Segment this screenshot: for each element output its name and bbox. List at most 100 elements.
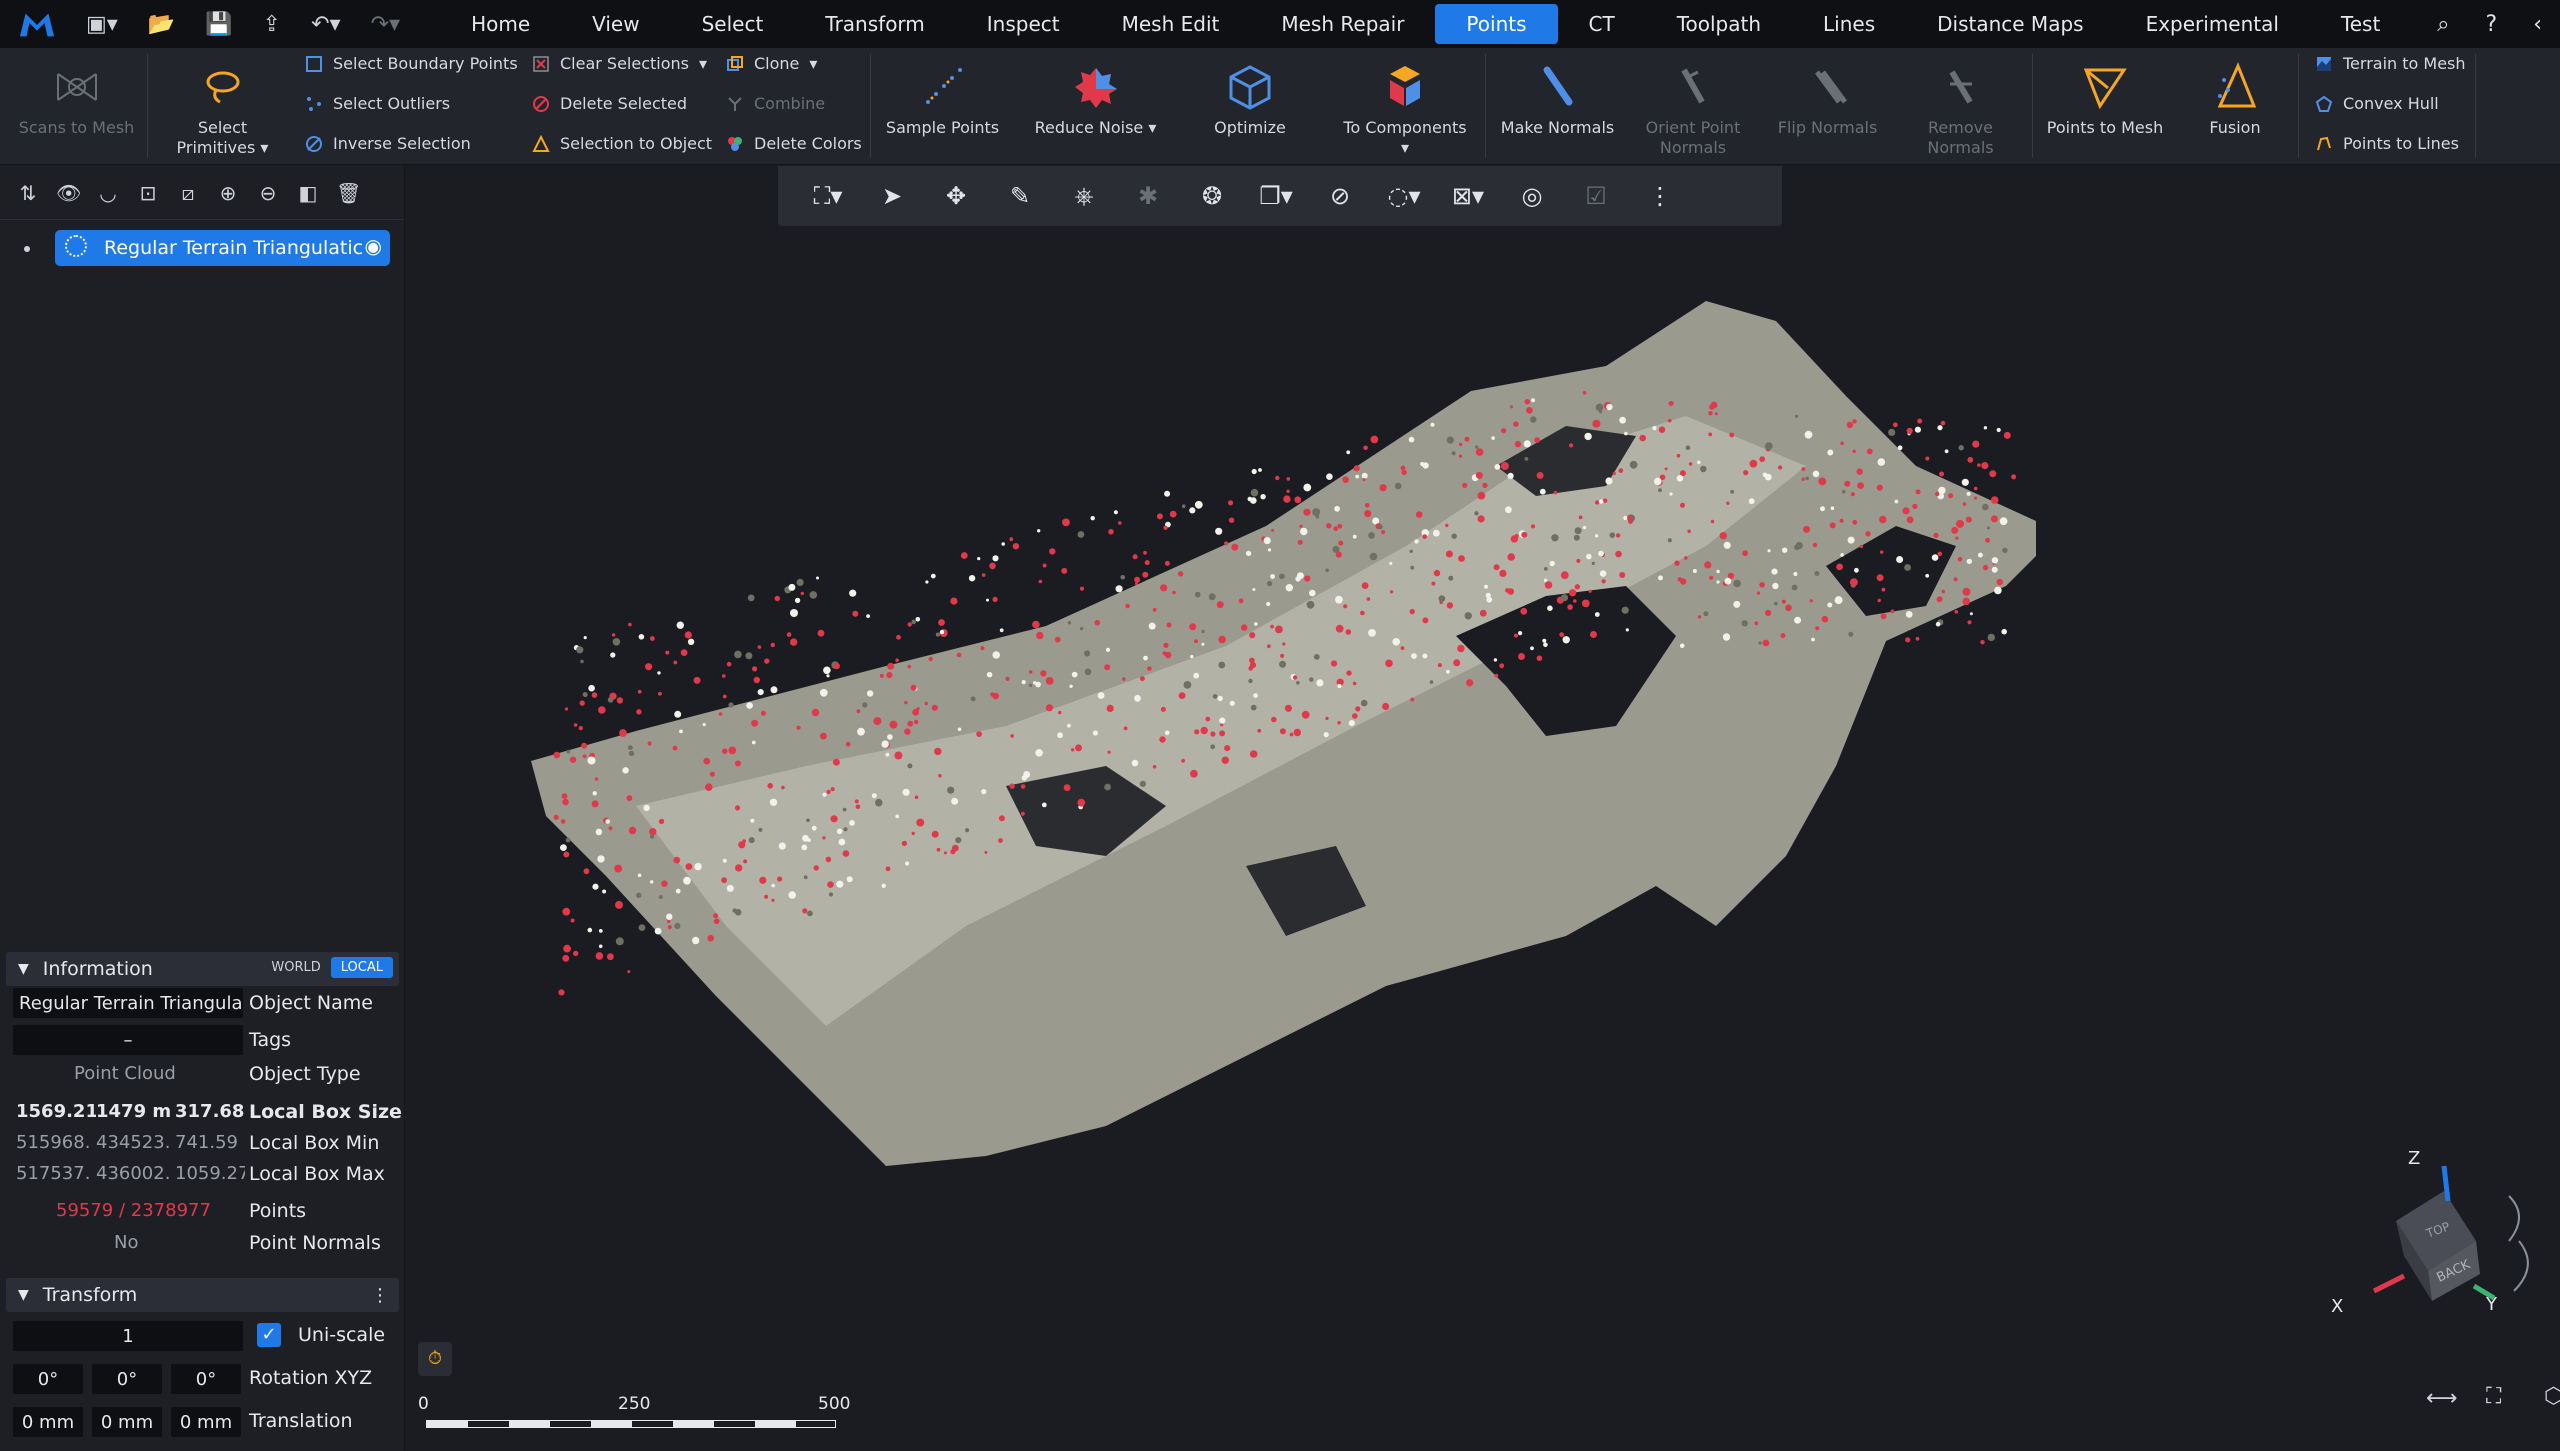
menu-ct[interactable]: CT bbox=[1558, 4, 1646, 44]
show-icon[interactable]: 👁 bbox=[56, 181, 81, 205]
remove-normals-button[interactable]: Remove Normals bbox=[1898, 62, 2023, 158]
view-mode-icon[interactable]: ⬡ bbox=[2544, 1384, 2560, 1409]
optimize-button[interactable]: Optimize bbox=[1185, 62, 1315, 138]
points-to-lines-button[interactable]: Points to Lines bbox=[2315, 134, 2459, 153]
point bbox=[1606, 403, 1613, 411]
point bbox=[1514, 533, 1519, 538]
select-boundary-points-button[interactable]: Select Boundary Points bbox=[305, 54, 518, 73]
move-down-icon[interactable]: ⊖ bbox=[256, 181, 280, 205]
export-icon[interactable]: ⇪ bbox=[263, 12, 281, 37]
point bbox=[1475, 445, 1479, 449]
menu-select[interactable]: Select bbox=[671, 4, 795, 44]
delete-colors-button[interactable]: Delete Colors bbox=[726, 134, 862, 153]
new-file-icon[interactable]: ▣▾ bbox=[86, 12, 118, 37]
menu-mesh-edit[interactable]: Mesh Edit bbox=[1091, 4, 1251, 44]
rotation-z-field[interactable]: 0° bbox=[171, 1364, 241, 1394]
point bbox=[1219, 717, 1226, 724]
point bbox=[702, 723, 706, 727]
group-icon[interactable]: ◧ bbox=[296, 181, 320, 205]
scans-to-mesh-button[interactable]: Scans to Mesh bbox=[14, 62, 139, 138]
point bbox=[1536, 655, 1543, 661]
menu-test[interactable]: Test bbox=[2310, 4, 2411, 44]
select-all-icon[interactable]: ⊡ bbox=[136, 181, 160, 205]
move-up-icon[interactable]: ⊕ bbox=[216, 181, 240, 205]
point bbox=[1224, 541, 1229, 546]
information-header[interactable]: ▼ Information WORLD LOCAL bbox=[6, 952, 399, 986]
rotation-y-field[interactable]: 0° bbox=[92, 1364, 162, 1394]
menu-points[interactable]: Points bbox=[1435, 4, 1558, 44]
menu-experimental[interactable]: Experimental bbox=[2115, 4, 2310, 44]
tree-item-terrain[interactable]: Regular Terrain Triangulatic ◉ bbox=[55, 230, 390, 266]
uniscale-checkbox[interactable]: ✓ bbox=[257, 1323, 281, 1347]
point bbox=[1574, 584, 1581, 590]
deselect-icon[interactable]: ⧄ bbox=[176, 181, 200, 205]
make-normals-button[interactable]: Make Normals bbox=[1495, 62, 1620, 138]
menu-view[interactable]: View bbox=[561, 4, 670, 44]
point bbox=[1996, 578, 2004, 586]
point bbox=[605, 819, 610, 824]
point bbox=[553, 814, 559, 820]
menu-mesh-repair[interactable]: Mesh Repair bbox=[1250, 4, 1435, 44]
points-to-mesh-button[interactable]: Points to Mesh bbox=[2040, 62, 2170, 138]
reduce-noise-button[interactable]: Reduce Noise ▾ bbox=[1028, 62, 1163, 138]
object-name-field[interactable]: Regular Terrain Triangula bbox=[13, 988, 243, 1018]
point bbox=[1888, 428, 1896, 436]
point bbox=[1590, 631, 1597, 638]
menu-toolpath[interactable]: Toolpath bbox=[1646, 4, 1792, 44]
menu-inspect[interactable]: Inspect bbox=[956, 4, 1091, 44]
selection-to-object-button[interactable]: Selection to Object bbox=[532, 134, 712, 153]
point bbox=[1028, 670, 1033, 674]
orient-point-normals-button[interactable]: Orient Point Normals bbox=[1628, 62, 1758, 158]
delete-selected-button[interactable]: Delete Selected bbox=[532, 94, 687, 113]
translation-y-field[interactable]: 0 mm bbox=[92, 1407, 162, 1437]
inverse-selection-button[interactable]: Inverse Selection bbox=[305, 134, 471, 153]
point bbox=[1466, 679, 1474, 687]
fit-all-icon[interactable]: ⛶ bbox=[2486, 1384, 2501, 1409]
3d-viewport[interactable]: ⛶▾ ➤ ✥ ✎ ⎈ ✱ ❂ ❐▾ ⊘ ◌▾ ⊠▾ ◎ ☑ ⋮ 0 250 50… bbox=[406, 166, 2560, 1451]
tags-field[interactable]: – bbox=[13, 1025, 243, 1055]
rotation-x-field[interactable]: 0° bbox=[13, 1364, 83, 1394]
save-icon[interactable]: 💾 bbox=[205, 12, 232, 37]
measure-icon[interactable]: ⟷ bbox=[2426, 1386, 2458, 1411]
fps-indicator-icon[interactable]: ⏱ bbox=[418, 1342, 452, 1376]
scale-field[interactable]: 1 bbox=[13, 1321, 243, 1351]
point bbox=[1684, 556, 1688, 560]
world-toggle[interactable]: WORLD bbox=[261, 957, 330, 978]
delete-icon[interactable]: 🗑 bbox=[336, 181, 361, 205]
convex-hull-button[interactable]: Convex Hull bbox=[2315, 94, 2439, 113]
clone-button[interactable]: Clone ▾ bbox=[726, 54, 817, 73]
point bbox=[658, 818, 665, 825]
to-components-button[interactable]: To Components ▾ bbox=[1340, 62, 1470, 158]
sample-points-button[interactable]: Sample Points bbox=[880, 62, 1005, 138]
menu-lines[interactable]: Lines bbox=[1792, 4, 1906, 44]
more-options-icon[interactable]: ⋮ bbox=[371, 1285, 389, 1306]
local-toggle[interactable]: LOCAL bbox=[330, 957, 393, 978]
hide-icon[interactable]: ◡ bbox=[96, 181, 120, 205]
menu-transform[interactable]: Transform bbox=[794, 4, 955, 44]
translation-x-field[interactable]: 0 mm bbox=[13, 1407, 83, 1437]
menu-home[interactable]: Home bbox=[440, 4, 561, 44]
help-icon[interactable]: ? bbox=[2486, 12, 2498, 37]
combine-button[interactable]: Combine bbox=[726, 94, 825, 113]
clear-selections-button[interactable]: Clear Selections ▾ bbox=[532, 54, 707, 73]
collapse-icon[interactable]: ‹ bbox=[2533, 12, 2542, 37]
menu-distance-maps[interactable]: Distance Maps bbox=[1906, 4, 2114, 44]
select-outliers-button[interactable]: Select Outliers bbox=[305, 94, 450, 113]
terrain-to-mesh-button[interactable]: Terrain to Mesh bbox=[2315, 54, 2466, 73]
point bbox=[1723, 541, 1731, 549]
select-primitives-button[interactable]: Select Primitives ▾ bbox=[170, 62, 275, 158]
point bbox=[1582, 525, 1587, 530]
transform-header[interactable]: ▼ Transform ⋮ bbox=[6, 1278, 399, 1312]
open-folder-icon[interactable]: 📂 bbox=[148, 12, 175, 37]
undo-icon[interactable]: ↶▾ bbox=[311, 12, 340, 37]
point bbox=[666, 913, 673, 920]
search-icon[interactable]: ⌕ bbox=[2437, 12, 2449, 37]
fusion-button[interactable]: Fusion bbox=[2180, 62, 2290, 138]
flip-normals-button[interactable]: Flip Normals bbox=[1765, 62, 1890, 138]
visibility-eye-icon[interactable]: ◉ bbox=[365, 234, 382, 258]
point bbox=[1708, 432, 1713, 437]
translation-z-field[interactable]: 0 mm bbox=[171, 1407, 241, 1437]
point bbox=[1618, 468, 1624, 473]
sort-icon[interactable]: ⇅ bbox=[16, 181, 40, 205]
redo-icon[interactable]: ↷▾ bbox=[371, 12, 400, 37]
